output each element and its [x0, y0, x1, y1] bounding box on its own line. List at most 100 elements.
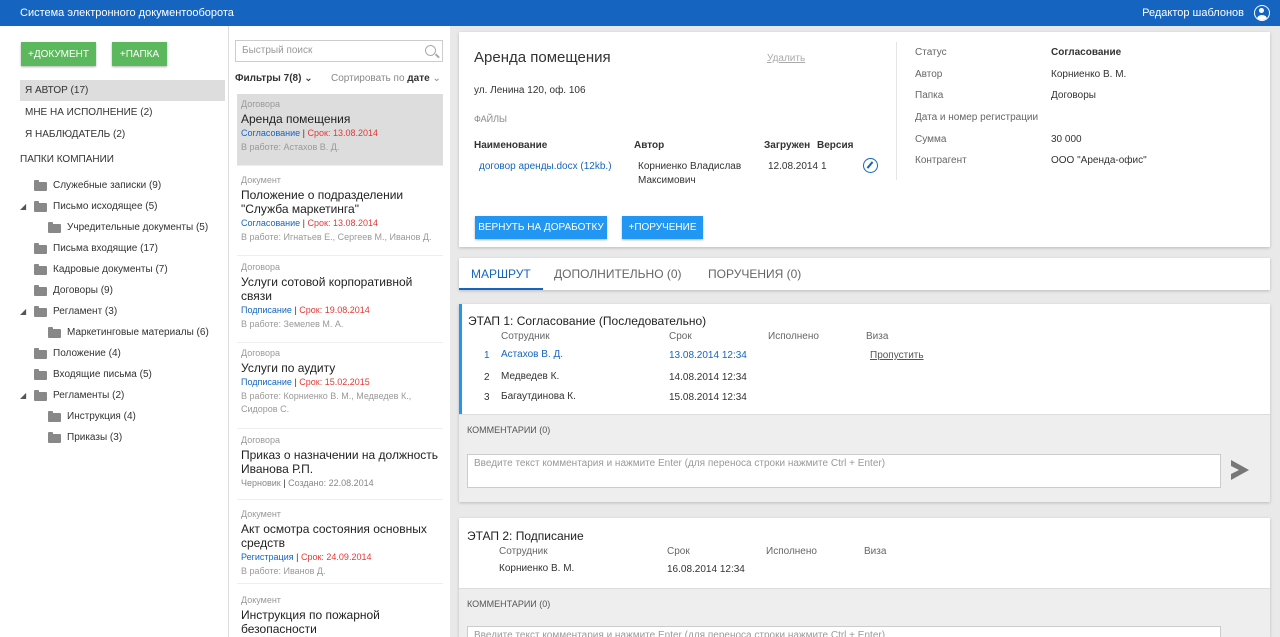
- comments-label: КОММЕНТАРИИ (0): [467, 599, 551, 609]
- document-card[interactable]: Договора Аренда помещения Согласование |…: [237, 94, 443, 166]
- skip-link[interactable]: Пропустить: [870, 350, 924, 361]
- tab-route[interactable]: МАРШРУТ: [459, 258, 543, 290]
- tab-additional[interactable]: ДОПОЛНИТЕЛЬНО (0): [554, 258, 682, 290]
- app-title: Система электронного документооборота: [20, 7, 234, 19]
- employee-name: Медведев К.: [501, 371, 560, 382]
- row-number: 1: [484, 350, 490, 361]
- folder-label: Учредительные документы (5): [67, 222, 209, 233]
- add-document-button[interactable]: +ДОКУМЕНТ: [21, 42, 96, 66]
- search-input[interactable]: Быстрый поиск: [235, 40, 443, 62]
- folder-item[interactable]: Маркетинговые материалы (6): [48, 323, 209, 343]
- nav-author[interactable]: Я АВТОР (17): [20, 80, 225, 101]
- doc-status: Подписание: [241, 377, 292, 387]
- row-number: 3: [484, 392, 490, 403]
- folder-icon: [34, 263, 47, 275]
- doc-type: Документ: [241, 175, 281, 185]
- col-done: Исполнено: [768, 331, 819, 342]
- nav-observer[interactable]: Я НАБЛЮДАТЕЛЬ (2): [20, 124, 225, 145]
- comment-input[interactable]: Введите текст комментария и нажмите Ente…: [467, 626, 1221, 637]
- tab-tasks[interactable]: ПОРУЧЕНИЯ (0): [708, 258, 801, 290]
- deadline-value: 15.08.2014 12:34: [669, 392, 747, 403]
- folder-item[interactable]: Письма входящие (17): [34, 239, 158, 259]
- document-header-panel: Аренда помещения Удалить ул. Ленина 120,…: [459, 32, 1270, 247]
- template-editor-link[interactable]: Редактор шаблонов: [1142, 7, 1244, 19]
- files-header-author: Автор: [634, 140, 665, 151]
- doc-meta: В работе: Иванов Д.: [241, 566, 326, 576]
- caret-down-icon[interactable]: ◢: [20, 202, 26, 211]
- delete-link[interactable]: Удалить: [767, 53, 805, 64]
- prop-value-author: Корниенко В. М.: [1051, 69, 1127, 80]
- doc-deadline: Срок: 19.08.2014: [299, 305, 370, 315]
- sort-field: дате: [407, 73, 430, 84]
- folder-item[interactable]: Регламенты (2): [34, 386, 124, 406]
- comments-label: КОММЕНТАРИИ (0): [467, 425, 551, 435]
- comments-section: КОММЕНТАРИИ (0) Введите текст комментари…: [459, 588, 1270, 637]
- deadline-value: 16.08.2014 12:34: [667, 564, 745, 575]
- folder-item[interactable]: Служебные записки (9): [34, 176, 161, 196]
- folder-label: Приказы (3): [67, 432, 123, 443]
- route-stage-1: ЭТАП 1: Согласование (Последовательно) С…: [459, 304, 1270, 502]
- doc-status-line: Черновик | Создано: 22.08.2014: [241, 478, 374, 488]
- chevron-down-icon: ⌄: [432, 73, 441, 84]
- doc-title: Приказ о назначении на должность Иванова…: [241, 448, 439, 476]
- prop-value-counterparty: ООО "Аренда-офис": [1051, 155, 1147, 166]
- doc-status: Подписание: [241, 305, 292, 315]
- prop-value-folder: Договоры: [1051, 90, 1096, 101]
- folder-item[interactable]: Письмо исходящее (5): [34, 197, 158, 217]
- doc-type: Договора: [241, 348, 280, 358]
- doc-status: Черновик: [241, 478, 281, 488]
- user-icon[interactable]: [1254, 5, 1270, 21]
- stage-title: ЭТАП 2: Подписание: [467, 529, 584, 543]
- document-card[interactable]: Документ Инструкция по пожарной безопасн…: [237, 590, 443, 637]
- doc-status-line: Согласование | Срок: 13.08.2014: [241, 218, 379, 228]
- nav-execution[interactable]: МНЕ НА ИСПОЛНЕНИЕ (2): [20, 102, 225, 123]
- folder-icon: [48, 410, 61, 422]
- folder-item[interactable]: Приказы (3): [48, 428, 122, 448]
- document-card[interactable]: Документ Акт осмотра состояния основных …: [237, 504, 443, 584]
- folder-item[interactable]: Кадровые документы (7): [34, 260, 168, 280]
- sort-dropdown[interactable]: Сортировать по дате ⌄: [331, 73, 441, 84]
- prop-value-status: Согласование: [1051, 47, 1122, 58]
- folder-icon: [34, 179, 47, 191]
- prop-label: Сумма: [915, 134, 947, 145]
- folder-item[interactable]: Регламент (3): [34, 302, 117, 322]
- document-card[interactable]: Документ Положение о подразделении "Служ…: [237, 170, 443, 256]
- caret-down-icon[interactable]: ◢: [20, 307, 26, 316]
- folder-item[interactable]: Положение (4): [34, 344, 121, 364]
- document-card[interactable]: Договора Приказ о назначении на должност…: [237, 430, 443, 500]
- doc-meta: В работе: Игнатьев Е., Сергеев М., Ивано…: [241, 232, 432, 242]
- prop-label: Контрагент: [915, 155, 967, 166]
- document-card[interactable]: Договора Услуги сотовой корпоративной св…: [237, 257, 443, 343]
- doc-status-line: Регистрация | Срок: 24.09.2014: [241, 552, 372, 562]
- folder-label: Маркетинговые материалы (6): [67, 327, 209, 338]
- doc-deadline: Срок: 13.08.2014: [307, 128, 379, 138]
- search-icon[interactable]: [425, 45, 436, 56]
- route-stage-2: ЭТАП 2: Подписание Сотрудник Срок Исполн…: [459, 518, 1270, 637]
- filters-dropdown[interactable]: Фильтры 7(8) ⌄: [235, 73, 313, 84]
- comment-input[interactable]: Введите текст комментария и нажмите Ente…: [467, 454, 1221, 488]
- add-task-button[interactable]: +ПОРУЧЕНИЕ: [622, 216, 703, 239]
- doc-type: Договора: [241, 262, 280, 272]
- folder-item[interactable]: Входящие письма (5): [34, 365, 152, 385]
- file-name-link[interactable]: договор аренды.docx (12kb.): [479, 160, 612, 174]
- doc-title: Аренда помещения: [241, 112, 351, 126]
- folder-icon: [34, 389, 47, 401]
- prop-value-sum: 30 000: [1051, 134, 1082, 145]
- edit-icon[interactable]: [863, 158, 878, 173]
- document-card[interactable]: Договора Услуги по аудиту Подписание | С…: [237, 343, 443, 429]
- folder-item[interactable]: Учредительные документы (5): [48, 218, 208, 238]
- filters-label: Фильтры 7(8): [235, 73, 302, 84]
- folder-item[interactable]: Инструкция (4): [48, 407, 136, 427]
- folder-label: Письмо исходящее (5): [53, 201, 158, 212]
- send-icon[interactable]: [1231, 460, 1249, 480]
- return-for-revision-button[interactable]: ВЕРНУТЬ НА ДОРАБОТКУ: [475, 216, 607, 239]
- folder-item[interactable]: Договоры (9): [34, 281, 113, 301]
- document-list: Быстрый поиск Фильтры 7(8) ⌄ Сортировать…: [228, 26, 450, 637]
- employee-name[interactable]: Астахов В. Д.: [501, 349, 563, 360]
- add-folder-button[interactable]: +ПАПКА: [112, 42, 167, 66]
- doc-status: Регистрация: [241, 552, 294, 562]
- folder-label: Регламент (3): [53, 306, 118, 317]
- doc-deadline: Срок: 13.08.2014: [307, 218, 379, 228]
- doc-status-line: Подписание | Срок: 15.02.2015: [241, 377, 370, 387]
- caret-down-icon[interactable]: ◢: [20, 391, 26, 400]
